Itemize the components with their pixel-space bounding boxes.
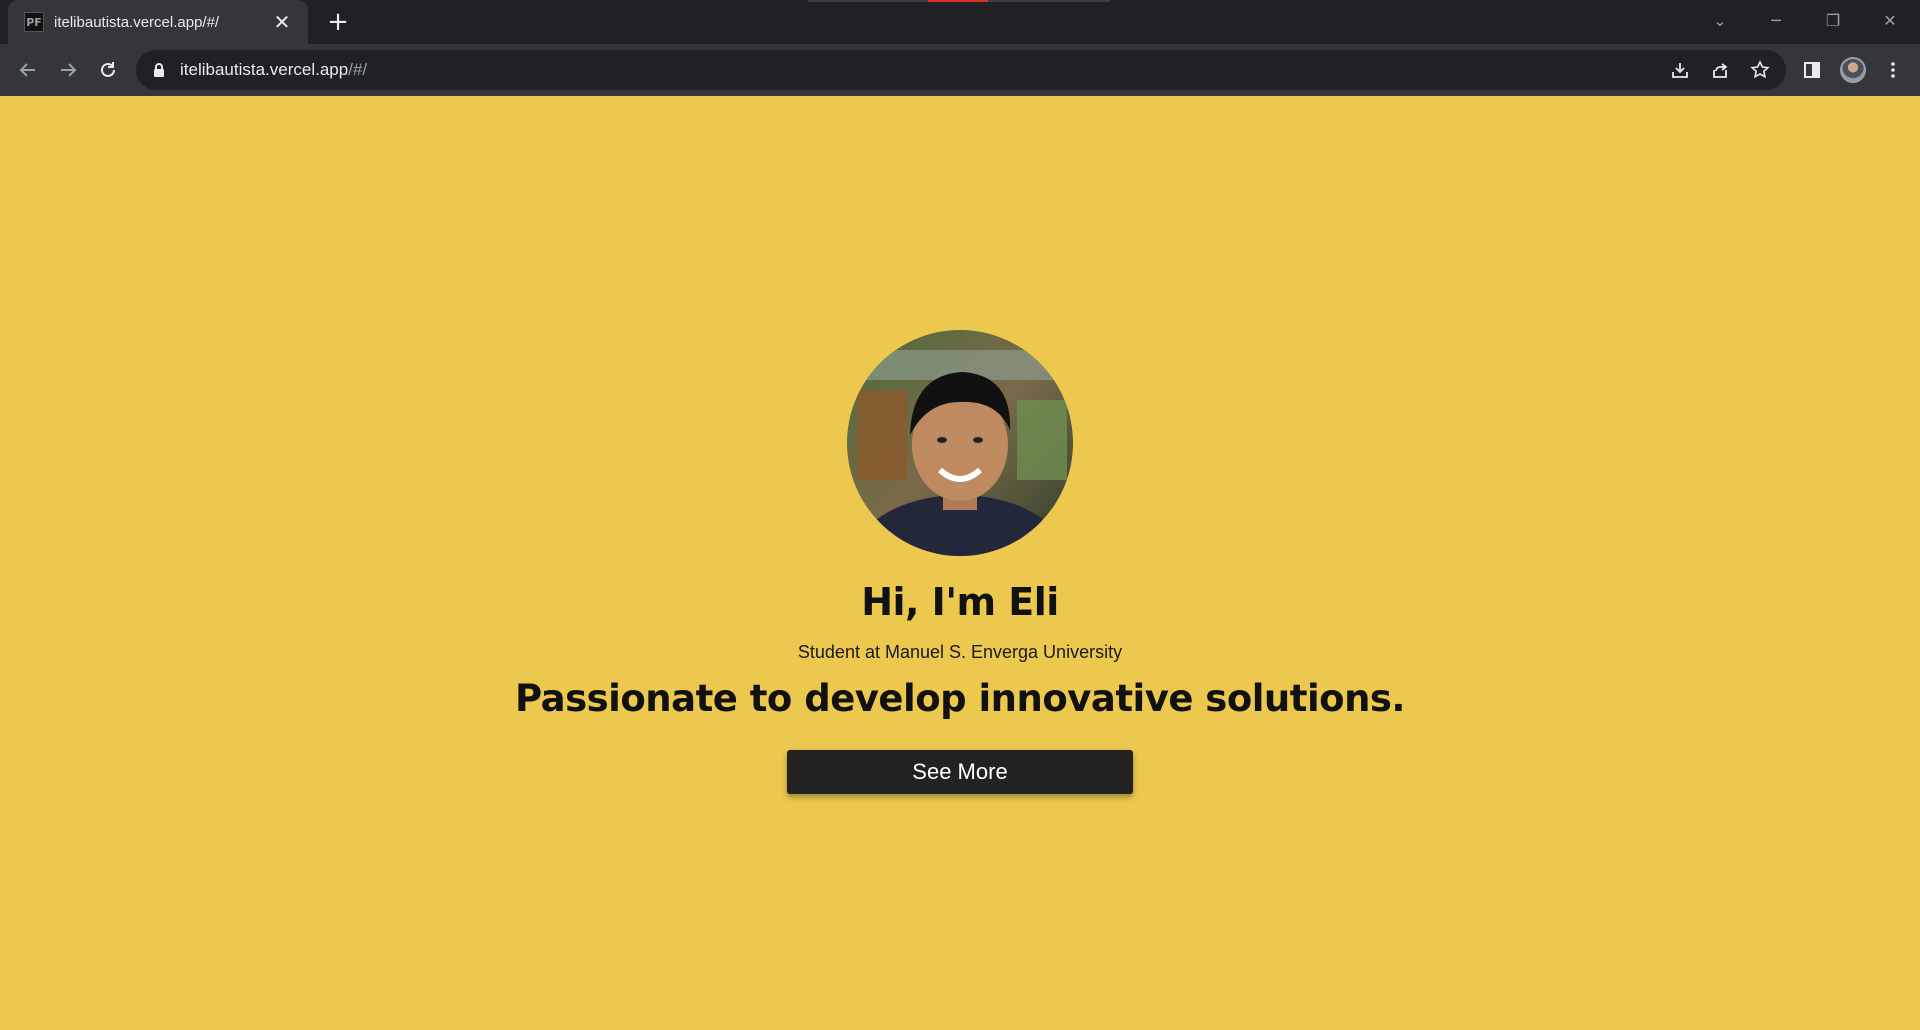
tab-strip: PF itelibautista.vercel.app/#/ ✕ + ⌄ ─ ❐… — [0, 0, 1920, 44]
forward-button[interactable] — [52, 54, 84, 86]
window-close-button[interactable]: ✕ — [1870, 6, 1910, 34]
reload-button[interactable] — [92, 54, 124, 86]
subtitle-text: Student at Manuel S. Enverga University — [797, 642, 1123, 662]
page-viewport: Hi, I'm Eli Student at Manuel S. Enverga… — [0, 96, 1920, 1030]
favicon-icon: PF — [24, 12, 44, 32]
lock-icon[interactable] — [152, 62, 166, 78]
tab-search-button[interactable]: ⌄ — [1700, 6, 1740, 34]
restore-button[interactable]: ❐ — [1813, 6, 1853, 34]
greeting-heading: Hi, I'm Eli — [861, 580, 1059, 624]
share-icon[interactable] — [1704, 54, 1736, 86]
back-button[interactable] — [12, 54, 44, 86]
browser-tab[interactable]: PF itelibautista.vercel.app/#/ ✕ — [8, 0, 308, 44]
bookmark-star-icon[interactable] — [1744, 54, 1776, 86]
media-indicator — [808, 0, 1110, 2]
browser-toolbar: itelibautista.vercel.app/#/ — [0, 44, 1920, 96]
side-panel-icon[interactable] — [1796, 54, 1828, 86]
profile-button[interactable] — [1837, 54, 1869, 86]
url-host: itelibautista.vercel.app — [180, 60, 349, 79]
minimize-button[interactable]: ─ — [1756, 6, 1796, 34]
url-path: /#/ — [348, 60, 368, 79]
profile-photo — [847, 330, 1073, 556]
back-arrow-icon — [19, 63, 35, 77]
install-icon[interactable] — [1664, 54, 1696, 86]
forward-arrow-icon — [61, 63, 77, 77]
new-tab-button[interactable]: + — [324, 7, 352, 37]
tab-title: itelibautista.vercel.app/#/ — [54, 13, 220, 31]
tagline-heading: Passionate to develop innovative solutio… — [515, 677, 1405, 720]
see-more-button[interactable]: See More — [787, 750, 1133, 794]
menu-dots-icon[interactable] — [1877, 54, 1909, 86]
address-bar[interactable]: itelibautista.vercel.app/#/ — [136, 50, 1786, 90]
tab-close-icon[interactable]: ✕ — [270, 10, 294, 34]
profile-avatar — [1840, 57, 1866, 83]
reload-icon — [101, 62, 115, 77]
hero-section: Hi, I'm Eli Student at Manuel S. Enverga… — [0, 330, 1920, 794]
